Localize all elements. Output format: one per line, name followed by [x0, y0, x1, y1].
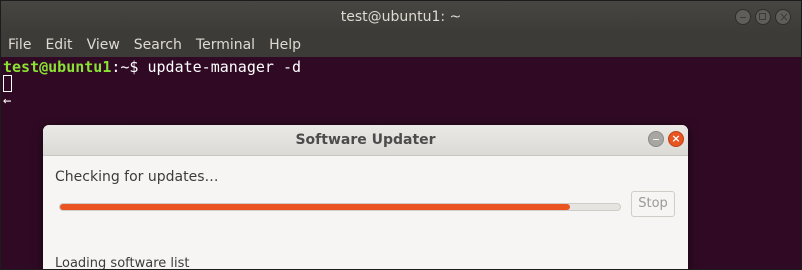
text-cursor	[3, 75, 12, 92]
window-controls	[735, 7, 791, 27]
progress-bar	[59, 203, 621, 211]
software-updater-dialog: Software Updater × Checking for updates……	[43, 125, 688, 270]
dialog-minimize-icon[interactable]	[648, 131, 664, 147]
dialog-body: Checking for updates… Stop Loading softw…	[43, 156, 688, 270]
menu-search[interactable]: Search	[127, 33, 189, 57]
dialog-title: Software Updater	[295, 132, 436, 148]
menubar: File Edit View Search Terminal Help	[1, 33, 801, 57]
maximize-icon[interactable]	[755, 9, 771, 25]
menu-file[interactable]: File	[1, 33, 38, 57]
window-title: test@ubuntu1: ~	[340, 9, 462, 25]
close-icon[interactable]	[775, 7, 791, 27]
menu-edit[interactable]: Edit	[38, 33, 79, 57]
status-text: Checking for updates…	[55, 169, 219, 185]
prompt-separator: :~$	[111, 58, 148, 76]
menu-help[interactable]: Help	[262, 33, 308, 57]
progress-fill	[60, 204, 570, 210]
command-text: update-manager -d	[147, 58, 302, 76]
menu-view[interactable]: View	[80, 33, 127, 57]
dialog-controls: ×	[648, 131, 684, 147]
minimize-icon[interactable]	[735, 9, 751, 25]
stop-button[interactable]: Stop	[631, 191, 675, 217]
terminal-window: test@ubuntu1: ~ File Edit View Search Te…	[0, 0, 802, 270]
menu-terminal[interactable]: Terminal	[189, 33, 262, 57]
dialog-close-icon[interactable]: ×	[668, 131, 684, 147]
left-arrow-icon: ←	[3, 93, 12, 109]
sub-status-text: Loading software list	[55, 256, 190, 270]
prompt-user: test@ubuntu1	[3, 58, 112, 76]
terminal-titlebar[interactable]: test@ubuntu1: ~	[1, 1, 801, 33]
command-line: test@ubuntu1:~$ update-manager -d	[3, 58, 301, 76]
dialog-titlebar[interactable]: Software Updater ×	[43, 125, 688, 156]
